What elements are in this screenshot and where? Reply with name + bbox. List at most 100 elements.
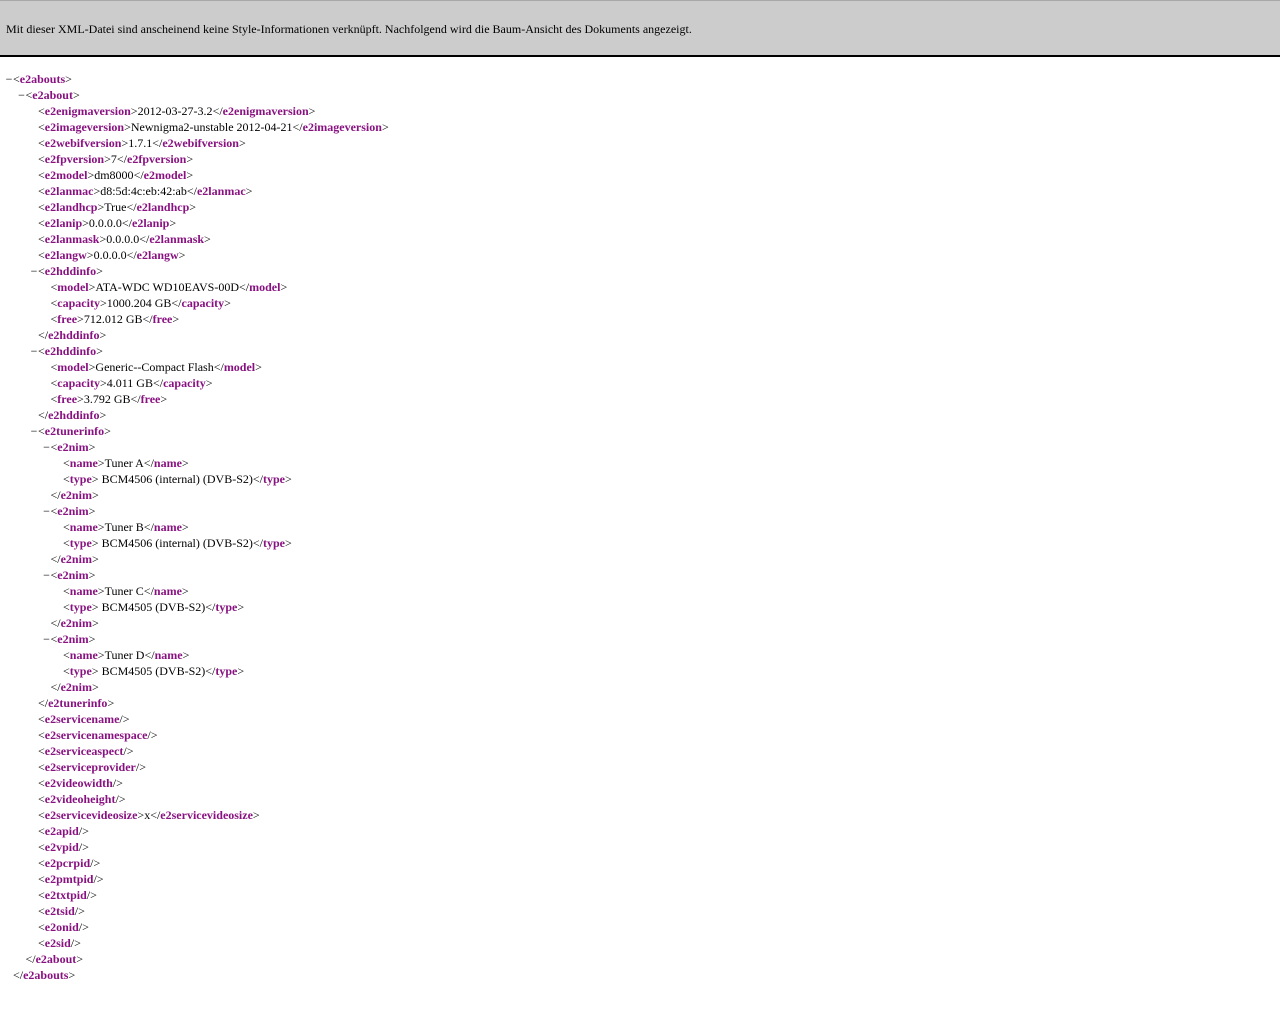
angle-bracket: <: [38, 184, 45, 198]
angle-bracket: />: [115, 792, 126, 806]
xml-line-content: <e2videowidth/>: [38, 775, 123, 791]
xml-text-value: 1.7.1: [128, 136, 153, 150]
xml-line-e2enigmaversion: <e2enigmaversion>2012-03-27-3.2</e2enigm…: [0, 103, 1280, 119]
xml-tag-name: e2vpid: [44, 840, 79, 854]
xml-line-content: <e2videoheight/>: [38, 791, 126, 807]
angle-bracket: >: [172, 312, 180, 326]
angle-bracket: </: [143, 520, 154, 534]
xml-tag-name: free: [57, 312, 78, 326]
angle-bracket: >: [91, 616, 99, 630]
xml-text-value: 0.0.0.0: [93, 248, 127, 262]
xml-line-e2lanmask: <e2lanmask>0.0.0.0</e2lanmask>: [0, 231, 1280, 247]
xml-line-content: <e2servicenamespace/>: [38, 727, 158, 743]
angle-bracket: >: [181, 456, 189, 470]
angle-bracket: </: [126, 200, 137, 214]
angle-bracket: <: [38, 136, 45, 150]
xml-tag-name: type: [69, 600, 92, 614]
angle-bracket: <: [38, 120, 45, 134]
angle-bracket: <: [38, 232, 45, 246]
xml-text-value: True: [104, 200, 127, 214]
angle-bracket: />: [78, 824, 89, 838]
xml-text-value: Tuner B: [104, 520, 144, 534]
xml-line-content: <e2model>dm8000</e2model>: [38, 167, 193, 183]
xml-tag-name: type: [263, 536, 285, 550]
angle-bracket: >: [91, 680, 99, 694]
xml-tag-name: e2lanip: [44, 216, 83, 230]
angle-bracket: >: [91, 488, 99, 502]
xml-text-value: BCM4505 (DVB-S2): [98, 664, 206, 678]
xml-line-content: <e2enigmaversion>2012-03-27-3.2</e2enigm…: [38, 103, 315, 119]
angle-bracket: <: [38, 200, 45, 214]
angle-bracket: />: [70, 936, 81, 950]
xml-line-content: <capacity>4.011 GB</capacity>: [51, 375, 213, 391]
xml-line-content: <e2nim>: [51, 439, 96, 455]
angle-bracket: </: [205, 600, 216, 614]
xml-line-e2pmtpid: <e2pmtpid/>: [0, 871, 1280, 887]
xml-line-e2nim-close: </e2nim>: [0, 615, 1280, 631]
xml-line-type: <type> BCM4506 (internal) (DVB-S2)</type…: [0, 471, 1280, 487]
xml-line-content: <e2nim>: [51, 567, 96, 583]
xml-tag-name: type: [69, 664, 92, 678]
xml-line-content: <e2langw>0.0.0.0</e2langw>: [38, 247, 185, 263]
angle-bracket: </: [213, 360, 224, 374]
xml-line-content: <type> BCM4506 (internal) (DVB-S2)</type…: [63, 535, 292, 551]
angle-bracket: >: [97, 520, 105, 534]
xml-tree-view: − <e2abouts> − <e2about> <e2enigmaversion>20…: [0, 57, 1280, 983]
angle-bracket: <: [63, 456, 70, 470]
angle-bracket: </: [143, 456, 154, 470]
xml-tag-name: e2sid: [44, 936, 71, 950]
angle-bracket: />: [123, 744, 134, 758]
xml-line-name: <name>Tuner C</name>: [0, 583, 1280, 599]
angle-bracket: >: [181, 584, 189, 598]
xml-text-value: 2012-03-27-3.2: [137, 104, 213, 118]
xml-line-content: <e2hddinfo>: [38, 263, 103, 279]
xml-line-e2serviceaspect: <e2serviceaspect/>: [0, 743, 1280, 759]
xml-info-message: Mit dieser XML-Datei sind anscheinend ke…: [6, 22, 692, 36]
angle-bracket: <: [38, 168, 45, 182]
angle-bracket: >: [99, 296, 107, 310]
angle-bracket: </: [38, 328, 49, 342]
xml-tag-name: model: [223, 360, 256, 374]
angle-bracket: <: [38, 264, 45, 278]
xml-tag-name: e2nim: [60, 552, 92, 566]
angle-bracket: <: [63, 648, 70, 662]
xml-line-name: <name>Tuner D</name>: [0, 647, 1280, 663]
xml-tag-name: e2imageversion: [44, 120, 125, 134]
xml-line-content: <e2lanip>0.0.0.0</e2lanip>: [38, 215, 176, 231]
xml-line-e2tsid: <e2tsid/>: [0, 903, 1280, 919]
xml-tag-name: e2abouts: [19, 72, 66, 86]
angle-bracket: </: [239, 280, 250, 294]
xml-tag-name: e2videoheight: [44, 792, 116, 806]
xml-line-e2onid: <e2onid/>: [0, 919, 1280, 935]
angle-bracket: >: [97, 584, 105, 598]
angle-bracket: <: [63, 536, 70, 550]
xml-line-content: <e2fpversion>7</e2fpversion>: [38, 151, 193, 167]
xml-text-value: Generic--Compact Flash: [95, 360, 214, 374]
angle-bracket: <: [13, 72, 20, 86]
xml-line-content: <model>ATA-WDC WD10EAVS-00D</model>: [51, 279, 288, 295]
xml-text-value: 4.011 GB: [106, 376, 153, 390]
angle-bracket: <: [38, 760, 45, 774]
xml-text-value: 3.792 GB: [83, 392, 131, 406]
xml-tag-name: name: [153, 520, 182, 534]
angle-bracket: <: [38, 152, 45, 166]
xml-tag-name: e2tsid: [44, 904, 75, 918]
xml-line-e2nim: − <e2nim>: [0, 567, 1280, 583]
angle-bracket: </: [152, 136, 163, 150]
angle-bracket: >: [381, 120, 389, 134]
angle-bracket: >: [280, 280, 288, 294]
xml-line-model: <model>Generic--Compact Flash</model>: [0, 359, 1280, 375]
angle-bracket: </: [152, 376, 164, 390]
xml-line-content: <e2sid/>: [38, 935, 81, 951]
xml-tag-name: e2hddinfo: [48, 328, 100, 342]
xml-line-e2lanip: <e2lanip>0.0.0.0</e2lanip>: [0, 215, 1280, 231]
angle-bracket: >: [238, 136, 246, 150]
xml-tag-name: e2enigmaversion: [222, 104, 309, 118]
xml-tag-name: e2landhcp: [136, 200, 190, 214]
xml-line-content: </e2tunerinfo>: [38, 695, 114, 711]
angle-bracket: >: [97, 648, 105, 662]
angle-bracket: </: [133, 168, 144, 182]
xml-line-e2tunerinfo: − <e2tunerinfo>: [0, 423, 1280, 439]
xml-line-e2fpversion: <e2fpversion>7</e2fpversion>: [0, 151, 1280, 167]
xml-line-content: <e2tunerinfo>: [38, 423, 111, 439]
